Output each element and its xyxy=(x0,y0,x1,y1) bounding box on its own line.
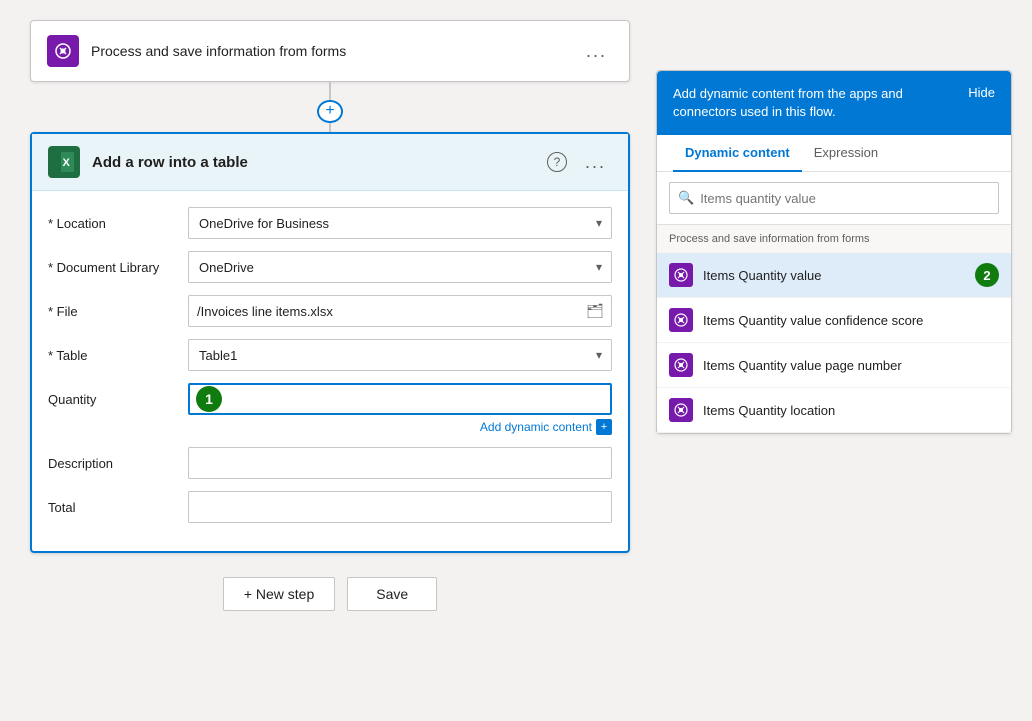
panel-header-text: Add dynamic content from the apps and co… xyxy=(673,85,956,121)
item-location-icon xyxy=(669,398,693,422)
trigger-title: Process and save information from forms xyxy=(91,43,346,59)
svg-text:X: X xyxy=(63,157,71,169)
document-library-dropdown[interactable]: OneDrive xyxy=(188,251,612,283)
connector-line-top xyxy=(329,82,331,100)
description-field xyxy=(188,447,612,479)
quantity-field-wrapper: 1 xyxy=(188,383,612,415)
new-step-button[interactable]: + New step xyxy=(223,577,335,611)
file-input[interactable]: /Invoices line items.xlsx xyxy=(188,295,612,327)
action-card: X Add a row into a table ? ... * Locatio… xyxy=(30,132,630,553)
trigger-icon-svg xyxy=(53,41,73,61)
total-input[interactable] xyxy=(188,491,612,523)
description-input[interactable] xyxy=(188,447,612,479)
item-quantity-value-icon xyxy=(669,263,693,287)
plus-icon: + xyxy=(325,102,334,120)
add-dynamic-plus-icon: + xyxy=(596,419,612,435)
quantity-input[interactable] xyxy=(188,383,612,415)
panel-header: Add dynamic content from the apps and co… xyxy=(657,71,1011,135)
dynamic-item-page-number[interactable]: Items Quantity value page number xyxy=(657,343,1011,388)
file-row: * File /Invoices line items.xlsx 🗂 xyxy=(48,295,612,327)
item-icon-svg-2 xyxy=(673,312,689,328)
item-page-number-text: Items Quantity value page number xyxy=(703,358,999,373)
action-card-header: X Add a row into a table ? ... xyxy=(32,134,628,191)
panel-section-label: Process and save information from forms xyxy=(657,225,1011,253)
excel-icon: X xyxy=(48,146,80,178)
item-icon-svg-4 xyxy=(673,402,689,418)
table-row: * Table Table1 ▾ xyxy=(48,339,612,371)
item-location-text: Items Quantity location xyxy=(703,403,999,418)
search-wrapper: 🔍 xyxy=(669,182,999,214)
description-label: Description xyxy=(48,456,188,471)
location-row: * Location OneDrive for Business ▾ xyxy=(48,207,612,239)
item-page-number-icon xyxy=(669,353,693,377)
dynamic-item-confidence-score[interactable]: Items Quantity value confidence score xyxy=(657,298,1011,343)
action-card-body: * Location OneDrive for Business ▾ * Doc… xyxy=(32,191,628,551)
location-field[interactable]: OneDrive for Business ▾ xyxy=(188,207,612,239)
total-label: Total xyxy=(48,500,188,515)
file-field-wrapper: /Invoices line items.xlsx 🗂 xyxy=(188,295,612,327)
search-input[interactable] xyxy=(700,191,990,206)
item-quantity-value-badge: 2 xyxy=(975,263,999,287)
description-row: Description xyxy=(48,447,612,479)
tab-dynamic-content[interactable]: Dynamic content xyxy=(673,135,802,172)
add-dynamic-content-button[interactable]: Add dynamic content + xyxy=(480,419,612,435)
add-step-button[interactable]: + xyxy=(317,100,343,123)
trigger-card: Process and save information from forms … xyxy=(30,20,630,82)
connector-line-bottom xyxy=(329,123,331,132)
table-dropdown[interactable]: Table1 xyxy=(188,339,612,371)
item-confidence-text: Items Quantity value confidence score xyxy=(703,313,999,328)
add-dynamic-label: Add dynamic content xyxy=(480,420,592,434)
quantity-row: Quantity 1 xyxy=(48,383,612,415)
document-library-row: * Document Library OneDrive ▾ xyxy=(48,251,612,283)
file-browse-icon[interactable]: 🗂 xyxy=(586,303,604,320)
save-button[interactable]: Save xyxy=(347,577,437,611)
document-library-label: * Document Library xyxy=(48,260,188,275)
quantity-badge: 1 xyxy=(196,386,222,412)
help-button[interactable]: ? xyxy=(547,152,567,172)
panel-search-area: 🔍 xyxy=(657,172,1011,225)
add-dynamic-row: Add dynamic content + xyxy=(48,419,612,435)
step-connector: + xyxy=(317,82,343,132)
trigger-ellipsis-button[interactable]: ... xyxy=(580,39,613,64)
file-label: * File xyxy=(48,304,188,319)
dynamic-item-location[interactable]: Items Quantity location xyxy=(657,388,1011,433)
quantity-label: Quantity xyxy=(48,392,188,407)
panel-hide-button[interactable]: Hide xyxy=(968,85,995,100)
document-library-field[interactable]: OneDrive ▾ xyxy=(188,251,612,283)
table-field[interactable]: Table1 ▾ xyxy=(188,339,612,371)
location-dropdown[interactable]: OneDrive for Business xyxy=(188,207,612,239)
search-icon: 🔍 xyxy=(678,190,694,206)
tab-expression[interactable]: Expression xyxy=(802,135,890,172)
item-icon-svg xyxy=(673,267,689,283)
bottom-actions: + New step Save xyxy=(223,577,437,611)
dynamic-content-panel: Add dynamic content from the apps and co… xyxy=(656,70,1012,434)
table-label: * Table xyxy=(48,348,188,363)
item-confidence-icon xyxy=(669,308,693,332)
excel-icon-svg: X xyxy=(53,151,75,173)
item-icon-svg-3 xyxy=(673,357,689,373)
total-field xyxy=(188,491,612,523)
dynamic-item-quantity-value[interactable]: Items Quantity value 2 xyxy=(657,253,1011,298)
location-label: * Location xyxy=(48,216,188,231)
panel-tabs: Dynamic content Expression xyxy=(657,135,1011,172)
action-ellipsis-button[interactable]: ... xyxy=(579,150,612,175)
total-row: Total xyxy=(48,491,612,523)
action-card-title: Add a row into a table xyxy=(92,154,248,171)
item-quantity-value-text: Items Quantity value xyxy=(703,268,965,283)
trigger-card-icon xyxy=(47,35,79,67)
